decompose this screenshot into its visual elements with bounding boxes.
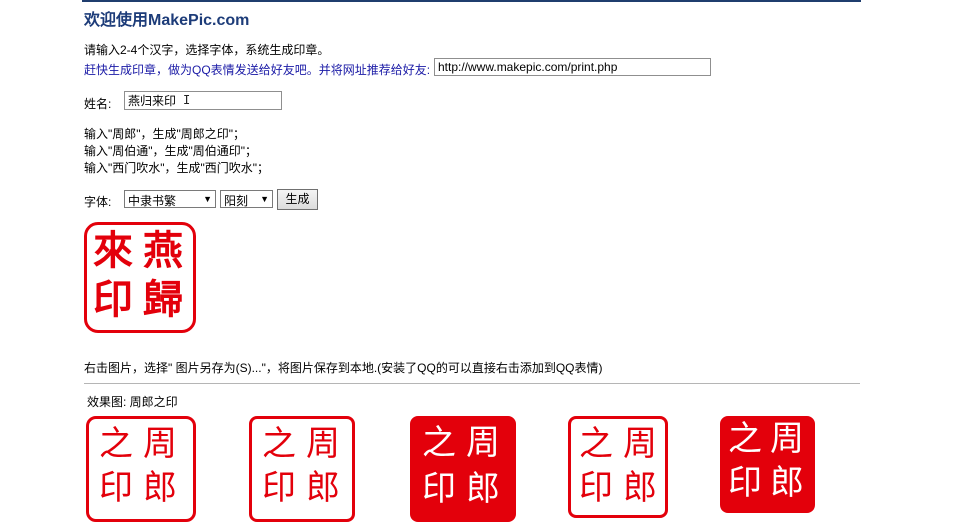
seal-char: 周 [770, 419, 804, 459]
seal-char: 郎 [306, 468, 340, 508]
name-input[interactable] [124, 91, 282, 110]
header-rule [82, 0, 861, 2]
effect-seal-5[interactable]: 周 郎 之 印 [720, 416, 815, 513]
example-line-1: 输入"周郎"，生成"周郎之印"； [84, 127, 246, 141]
seal-char: 之 [728, 419, 762, 459]
promo-text: 赶快生成印章，做为 [84, 63, 193, 77]
text-cursor-icon: I [183, 93, 191, 107]
seal-char: 郎 [623, 468, 657, 508]
chevron-down-icon: ▼ [203, 194, 212, 204]
seal-char: 郎 [143, 468, 177, 508]
page-title: 欢迎使用MakePic.com [84, 12, 250, 29]
qq-emoji-link[interactable]: QQ表情 [192, 63, 235, 77]
font-select-value: 中隶书繁 [128, 194, 177, 208]
font-select[interactable]: 中隶书繁 ▼ [124, 190, 216, 208]
effect-seal-4[interactable]: 周 郎 之 印 [568, 416, 668, 518]
chevron-down-icon: ▼ [260, 194, 269, 204]
name-label: 姓名: [84, 97, 112, 111]
seal-char: 周 [306, 424, 340, 464]
seal-char: 印 [728, 463, 762, 503]
effect-seal-1[interactable]: 周 郎 之 印 [86, 416, 196, 522]
generate-button[interactable]: 生成 [277, 189, 318, 210]
instruction-text: 请输入2-4个汉字，选择字体，系统生成印章。 [84, 43, 330, 57]
seal-char: 郎 [466, 469, 500, 509]
seal-char: 之 [262, 424, 296, 464]
divider [84, 383, 860, 384]
seal-char: 燕 [143, 227, 183, 274]
effect-seal-2[interactable]: 周 郎 之 印 [249, 416, 355, 522]
seal-char: 之 [579, 424, 613, 464]
seal-char: 歸 [143, 276, 183, 323]
share-url-field[interactable] [434, 58, 711, 76]
example-line-3: 输入"西门吹水"，生成"西门吹水"； [84, 161, 270, 175]
save-tip: 右击图片，选择" 图片另存为(S)..."，将图片保存到本地.(安装了QQ的可以… [84, 361, 603, 375]
seal-char: 印 [99, 468, 133, 508]
seal-char: 印 [422, 469, 456, 509]
seal-char: 郎 [770, 463, 804, 503]
effect-seal-3[interactable]: 周 郎 之 印 [410, 416, 516, 522]
seal-char: 之 [422, 423, 456, 463]
seal-char: 之 [99, 424, 133, 464]
effects-label: 效果图: 周郎之印 [87, 395, 178, 409]
seal-char: 周 [466, 423, 500, 463]
seal-char: 印 [579, 468, 613, 508]
result-seal-image[interactable]: 燕 歸 來 印 [84, 222, 196, 333]
promo-rest-text: 发送给好友吧。并将网址推荐给好友: [234, 63, 431, 77]
promo-line: 赶快生成印章，做为QQ表情发送给好友吧。并将网址推荐给好友: [84, 61, 430, 78]
seal-char: 周 [143, 424, 177, 464]
seal-char: 印 [93, 276, 133, 323]
style-select[interactable]: 阳刻 ▼ [220, 190, 273, 208]
seal-char: 來 [93, 227, 133, 274]
seal-char: 印 [262, 468, 296, 508]
example-line-2: 输入"周伯通"，生成"周伯通印"； [84, 144, 258, 158]
style-select-value: 阳刻 [224, 194, 249, 208]
seal-char: 周 [623, 424, 657, 464]
font-label: 字体: [84, 195, 112, 209]
